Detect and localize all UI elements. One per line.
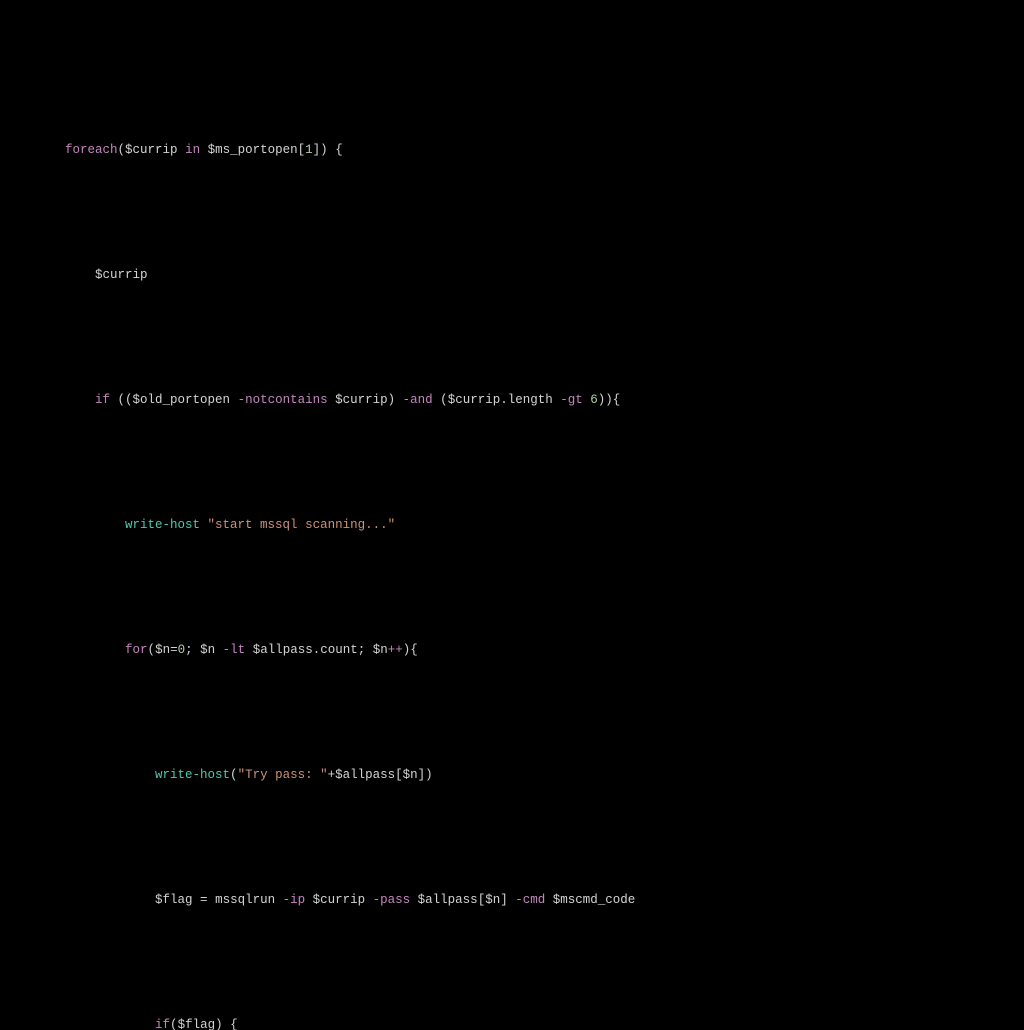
code-line: $flag = mssqlrun -ip $currip -pass $allp… — [5, 885, 1019, 916]
variable: $currip — [125, 143, 178, 157]
keyword-for: for — [125, 643, 148, 657]
operator: -and — [403, 393, 433, 407]
code-line: foreach($currip in $ms_portopen[1]) { — [5, 135, 1019, 166]
string: "Try pass: " — [238, 768, 328, 782]
code-line — [5, 948, 1019, 979]
code-line — [5, 448, 1019, 479]
code-line: for($n=0; $n -lt $allpass.count; $n++){ — [5, 635, 1019, 666]
operator: -notcontains — [238, 393, 328, 407]
cmdlet-write-host: write-host — [155, 768, 230, 782]
keyword-foreach: foreach — [65, 143, 118, 157]
code-line: $currip — [5, 260, 1019, 291]
code-line — [5, 198, 1019, 229]
parameter: -cmd — [515, 893, 545, 907]
code-line: if (($old_portopen -notcontains $currip)… — [5, 385, 1019, 416]
operator: -lt — [223, 643, 246, 657]
variable: $flag — [155, 893, 193, 907]
cmdlet-write-host: write-host — [125, 518, 200, 532]
keyword-if: if — [155, 1018, 170, 1030]
code-line — [5, 323, 1019, 354]
keyword-in: in — [185, 143, 200, 157]
code-line — [5, 698, 1019, 729]
string: "start mssql scanning..." — [200, 518, 395, 532]
code-line: if($flag) { — [5, 1010, 1019, 1030]
code-line — [5, 823, 1019, 854]
operator: -gt — [560, 393, 583, 407]
parameter: -pass — [373, 893, 411, 907]
variable: $currip — [95, 268, 148, 282]
code-line: write-host("Try pass: "+$allpass[$n]) — [5, 760, 1019, 791]
parameter: -ip — [283, 893, 306, 907]
code-line — [5, 573, 1019, 604]
keyword-if: if — [95, 393, 110, 407]
